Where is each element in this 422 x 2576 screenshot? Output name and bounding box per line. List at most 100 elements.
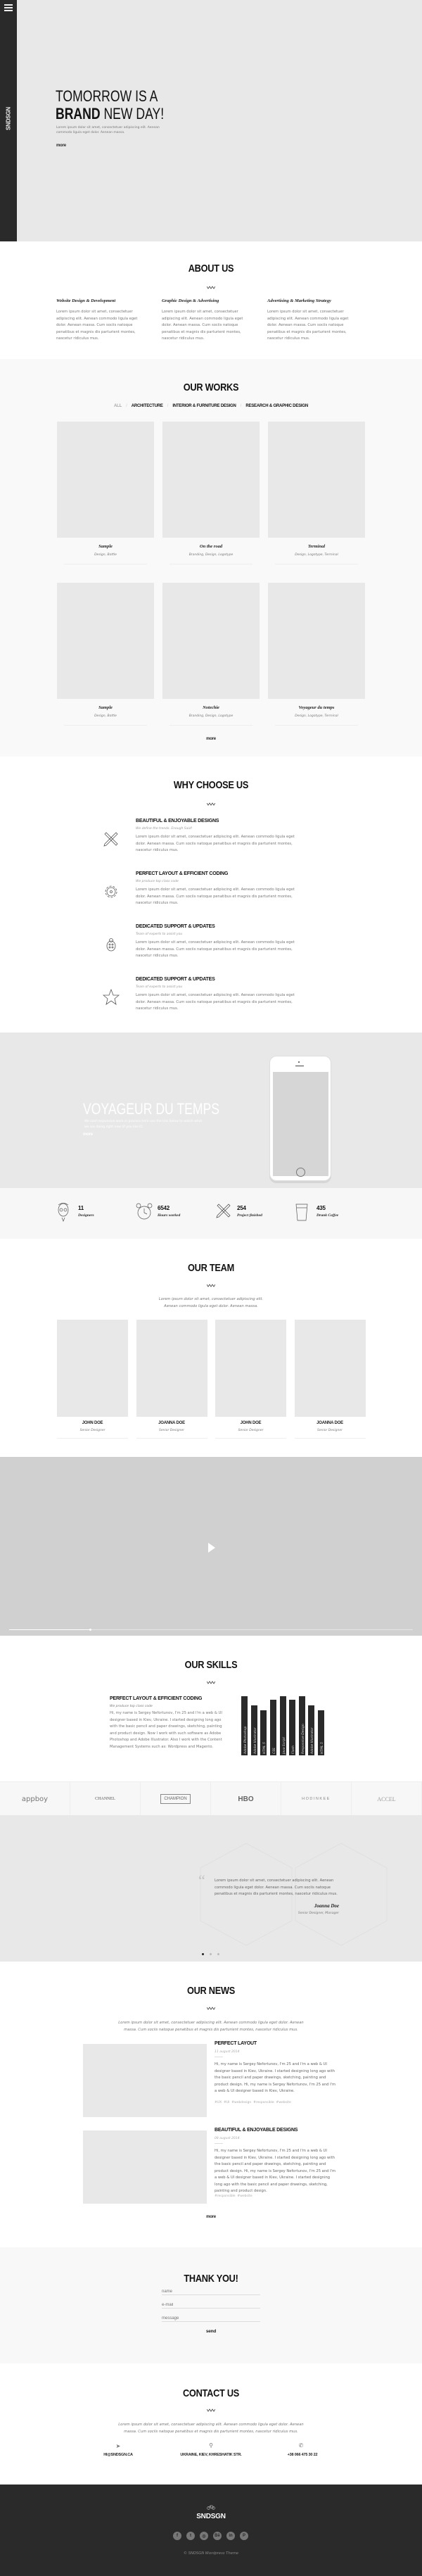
- works-title: OUR WORKS: [183, 381, 239, 393]
- hexagon-decoration: [200, 1843, 388, 1946]
- why-item-text: Lorem ipsum dolor sit amet, consectetuer…: [136, 993, 295, 1011]
- skill-bar-label: Flash: [292, 1745, 296, 1754]
- wave-divider-icon: [207, 2007, 215, 2010]
- work-item[interactable]: On the road Branding, Design, Logotype: [162, 422, 260, 569]
- news-post-title[interactable]: BEAUTIFUL & ENJOYABLE DESIGNS: [215, 2128, 298, 2133]
- hamburger-menu-icon[interactable]: [4, 4, 13, 11]
- client-logo[interactable]: CHANNEL: [70, 1782, 141, 1816]
- team-section: OUR TEAM Lorem ipsum dolor sit amet, con…: [0, 1239, 422, 1457]
- contact-email[interactable]: HI@SNDSGN.CA: [83, 2453, 153, 2457]
- client-logo[interactable]: HBO: [211, 1782, 281, 1816]
- work-item[interactable]: Terminal Design, Logotype, Terminal: [268, 422, 365, 569]
- why-item-title: DEDICATED SUPPORT & UPDATES: [136, 924, 215, 929]
- client-logo[interactable]: appboy: [0, 1782, 70, 1816]
- stat-value: 435: [316, 1205, 326, 1211]
- dribbble-icon[interactable]: ◎: [200, 2532, 208, 2540]
- promo-more-link[interactable]: more: [83, 1132, 93, 1137]
- team-member-name: JOHN DOE: [240, 1421, 262, 1425]
- skill-bar: Adobe Illustrator: [308, 1705, 315, 1755]
- contact-title: CONTACT US: [182, 2387, 240, 2399]
- email-input[interactable]: [162, 2302, 260, 2309]
- pinterest-icon[interactable]: P: [240, 2532, 248, 2540]
- map-pin-icon: ⚲: [209, 2442, 213, 2449]
- video-progress-handle[interactable]: [89, 1629, 91, 1631]
- work-divider: [64, 725, 147, 726]
- work-item[interactable]: Sample Design, Bottle: [57, 583, 154, 731]
- work-item[interactable]: Notechie Branding, Design, Logotype: [162, 583, 260, 731]
- slider-dot[interactable]: [210, 1953, 212, 1955]
- client-logo[interactable]: HODINKEE: [281, 1782, 352, 1816]
- client-logo[interactable]: CHAMPION: [141, 1782, 211, 1816]
- skills-section: OUR SKILLS PERFECT LAYOUT & EFFICIENT CO…: [0, 1636, 422, 1781]
- news-post-image[interactable]: [83, 2044, 207, 2117]
- about-column-title[interactable]: Graphic Design & Advertising: [162, 298, 219, 303]
- hero-more-link[interactable]: more: [56, 144, 66, 148]
- name-input[interactable]: [162, 2288, 260, 2295]
- about-column-text: Lorem ipsum dolor sit amet, consectetuer…: [267, 310, 349, 341]
- send-button[interactable]: send: [0, 2329, 422, 2334]
- team-member-card[interactable]: JOHN DOE Senior Designer: [57, 1320, 128, 1439]
- work-item[interactable]: Sample Design, Bottle: [57, 422, 154, 569]
- facebook-icon[interactable]: f: [173, 2532, 181, 2540]
- about-column-title[interactable]: Advertising & Marketing Strategy: [267, 298, 331, 303]
- work-tags: Branding, Design, Logotype: [188, 553, 234, 557]
- linkedin-icon[interactable]: in: [226, 2532, 235, 2540]
- about-column-title[interactable]: Website Design & Development: [56, 298, 115, 303]
- work-thumbnail[interactable]: [268, 422, 365, 538]
- video-progress-bar[interactable]: [9, 1629, 413, 1631]
- why-item-subtitle: Team of experts to assist you: [136, 933, 183, 936]
- team-member-card[interactable]: JOANNA DOE Senior Designer: [136, 1320, 207, 1439]
- filter-tab[interactable]: INTERIOR & FURNITURE DESIGN: [172, 404, 236, 408]
- video-section[interactable]: [0, 1457, 422, 1636]
- stat-value: 11: [78, 1205, 84, 1211]
- testimonial-author: Joanna Doe: [314, 1903, 339, 1909]
- contact-phone[interactable]: +38 066 475 30 22: [267, 2453, 338, 2457]
- news-post-tags[interactable]: #responsible #website: [215, 2193, 252, 2200]
- stat-label: Hours worked: [158, 1213, 181, 1218]
- why-item-title: PERFECT LAYOUT & EFFICIENT CODING: [136, 871, 229, 876]
- copyright: © SNDSGN Wordpress Theme: [183, 2551, 239, 2556]
- stat-label: Designers: [78, 1213, 94, 1218]
- news-post-title[interactable]: PERFECT LAYOUT: [215, 2041, 257, 2046]
- phone-home-button: [296, 1168, 305, 1177]
- phone-mockup: [269, 1056, 331, 1181]
- behance-icon[interactable]: Bē: [213, 2532, 222, 2540]
- skills-heading: PERFECT LAYOUT & EFFICIENT CODING: [110, 1696, 203, 1701]
- message-input[interactable]: [162, 2315, 260, 2322]
- slider-dot[interactable]: [202, 1953, 204, 1955]
- team-member-name: JOANNA DOE: [316, 1421, 343, 1425]
- works-more-link[interactable]: more: [0, 737, 422, 741]
- play-button-icon[interactable]: [208, 1543, 215, 1553]
- about-column-text: Lorem ipsum dolor sit amet, consectetuer…: [162, 310, 243, 341]
- team-member-name: JOANNA DOE: [158, 1421, 185, 1425]
- sidebar-logo[interactable]: SNDSGN: [6, 101, 12, 137]
- skill-bar: Java Script: [279, 1696, 286, 1755]
- wave-divider-icon: [207, 1284, 215, 1287]
- work-thumbnail[interactable]: [57, 583, 154, 699]
- work-divider: [170, 725, 252, 726]
- coffee-cup-icon: [295, 1202, 309, 1225]
- filter-tab[interactable]: ARCHITECTURE: [132, 404, 163, 408]
- work-thumbnail[interactable]: [162, 422, 260, 538]
- work-thumbnail[interactable]: [162, 583, 260, 699]
- skill-bar-label: HTML 5: [263, 1742, 267, 1754]
- twitter-icon[interactable]: t: [186, 2532, 195, 2540]
- news-post-image[interactable]: [83, 2130, 207, 2204]
- team-member-card[interactable]: JOHN DOE Senior Designer: [215, 1320, 286, 1439]
- filter-tab[interactable]: ALL: [114, 404, 122, 408]
- client-logo[interactable]: ACCEL: [352, 1782, 422, 1816]
- footer-logo[interactable]: SNDSGN: [0, 2513, 422, 2520]
- news-more-link[interactable]: more: [0, 2215, 422, 2219]
- filter-tab[interactable]: RESEARCH & GRAPHIC DESIGN: [245, 404, 308, 408]
- work-thumbnail[interactable]: [268, 583, 365, 699]
- slider-dot[interactable]: [217, 1953, 219, 1955]
- wave-divider-icon: [207, 1681, 215, 1684]
- why-item-subtitle: Team of experts to assist you: [136, 985, 183, 989]
- news-post-tags[interactable]: #UX #UI #webdesign #responsible #website: [215, 2100, 291, 2107]
- work-thumbnail[interactable]: [57, 422, 154, 538]
- star-icon: [102, 988, 120, 1009]
- work-item[interactable]: Voyageur du temps Design, Logotype, Termi…: [268, 583, 365, 731]
- team-member-card[interactable]: JOANNA DOE Senior Designer: [294, 1320, 366, 1439]
- bug-icon: [103, 936, 120, 956]
- team-divider: [215, 1438, 286, 1439]
